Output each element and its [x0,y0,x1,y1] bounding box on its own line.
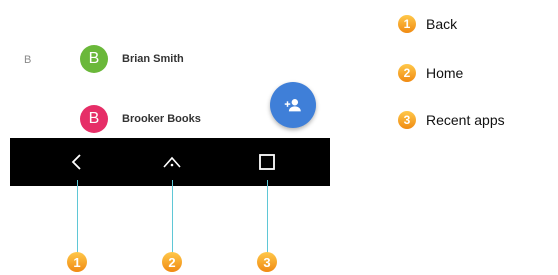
avatar: B [80,105,108,133]
legend-item-back: 1 Back [398,15,457,33]
legend-label: Back [426,16,458,32]
legend-item-home: 2 Home [398,64,463,82]
callout-line [172,180,173,254]
legend-label: Home [426,65,464,81]
legend-label: Recent apps [426,112,505,128]
navigation-bar [10,138,330,186]
recent-apps-button[interactable] [255,150,279,174]
contact-row[interactable]: B Brian Smith [80,45,184,73]
add-contact-icon [284,99,301,112]
back-button[interactable] [65,150,89,174]
contact-row[interactable]: B Brooker Books [80,105,201,133]
avatar: B [80,45,108,73]
callout-badge-3: 3 [257,252,277,272]
legend-badge: 3 [398,111,416,129]
home-icon [163,156,181,168]
home-button[interactable] [160,150,184,174]
callout-badge-2: 2 [162,252,182,272]
legend-badge: 2 [398,64,416,82]
add-contact-button[interactable] [270,82,316,128]
callout-badge-1: 1 [67,252,87,272]
contact-name: Brian Smith [122,53,184,65]
callout-line [267,180,268,254]
recent-apps-icon [259,154,275,170]
back-icon [71,154,81,170]
callout-line [77,180,78,254]
legend-badge: 1 [398,15,416,33]
section-letter: B [24,54,32,66]
phone-screen: B B Brian Smith B Brooker Books [10,28,330,186]
legend-item-recent-apps: 3 Recent apps [398,111,505,129]
contact-name: Brooker Books [122,113,201,125]
